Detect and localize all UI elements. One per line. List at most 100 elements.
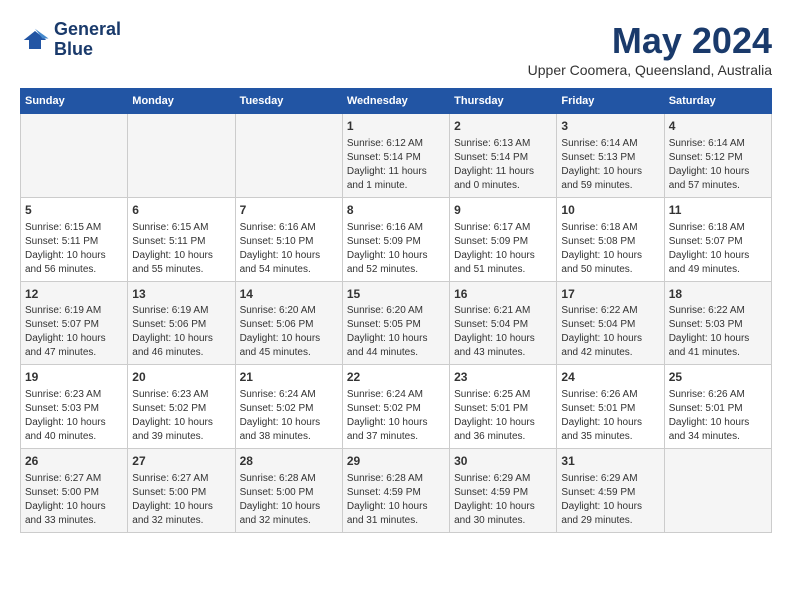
day-info: Sunrise: 6:18 AMSunset: 5:08 PMDaylight:… — [561, 221, 659, 277]
calendar-cell: 4 Sunrise: 6:14 AMSunset: 5:12 PMDaylight… — [664, 114, 771, 198]
calendar-cell: 29 Sunrise: 6:28 AMSunset: 4:59 PMDayligh… — [342, 449, 449, 533]
calendar-cell: 10 Sunrise: 6:18 AMSunset: 5:08 PMDayligh… — [557, 197, 664, 281]
calendar-cell: 1 Sunrise: 6:12 AMSunset: 5:14 PMDaylight… — [342, 114, 449, 198]
day-number: 17 — [561, 286, 659, 303]
calendar-cell: 22Sunrise: 6:24 AMSunset: 5:02 PMDayligh… — [342, 365, 449, 449]
day-number: 29 — [347, 453, 445, 470]
day-info: Sunrise: 6:23 AMSunset: 5:02 PMDaylight:… — [132, 388, 230, 444]
day-number: 9 — [454, 202, 552, 219]
day-info: Sunrise: 6:14 AMSunset: 5:12 PMDaylight:… — [669, 137, 767, 193]
day-info: Sunrise: 6:16 AMSunset: 5:10 PMDaylight:… — [240, 221, 338, 277]
logo-icon — [20, 25, 50, 55]
calendar-cell — [664, 449, 771, 533]
day-number: 19 — [25, 369, 123, 386]
day-info: Sunrise: 6:14 AMSunset: 5:13 PMDaylight:… — [561, 137, 659, 193]
day-info: Sunrise: 6:12 AMSunset: 5:14 PMDaylight:… — [347, 137, 445, 193]
day-number: 31 — [561, 453, 659, 470]
day-number: 4 — [669, 118, 767, 135]
day-info: Sunrise: 6:26 AMSunset: 5:01 PMDaylight:… — [669, 388, 767, 444]
day-info: Sunrise: 6:21 AMSunset: 5:04 PMDaylight:… — [454, 304, 552, 360]
day-info: Sunrise: 6:24 AMSunset: 5:02 PMDaylight:… — [347, 388, 445, 444]
day-info: Sunrise: 6:27 AMSunset: 5:00 PMDaylight:… — [25, 472, 123, 528]
day-number: 8 — [347, 202, 445, 219]
calendar-header-row: SundayMondayTuesdayWednesdayThursdayFrid… — [21, 89, 772, 114]
day-info: Sunrise: 6:15 AMSunset: 5:11 PMDaylight:… — [132, 221, 230, 277]
day-number: 27 — [132, 453, 230, 470]
calendar-cell: 31 Sunrise: 6:29 AMSunset: 4:59 PMDayligh… — [557, 449, 664, 533]
calendar-week-row: 26 Sunrise: 6:27 AMSunset: 5:00 PMDayligh… — [21, 449, 772, 533]
day-info: Sunrise: 6:25 AMSunset: 5:01 PMDaylight:… — [454, 388, 552, 444]
day-info: Sunrise: 6:16 AMSunset: 5:09 PMDaylight:… — [347, 221, 445, 277]
day-info: Sunrise: 6:29 AMSunset: 4:59 PMDaylight:… — [561, 472, 659, 528]
weekday-header: Friday — [557, 89, 664, 114]
day-number: 25 — [669, 369, 767, 386]
calendar-week-row: 1 Sunrise: 6:12 AMSunset: 5:14 PMDaylight… — [21, 114, 772, 198]
calendar-cell — [128, 114, 235, 198]
day-info: Sunrise: 6:28 AMSunset: 5:00 PMDaylight:… — [240, 472, 338, 528]
day-number: 20 — [132, 369, 230, 386]
day-number: 18 — [669, 286, 767, 303]
day-number: 30 — [454, 453, 552, 470]
calendar-cell: 23 Sunrise: 6:25 AMSunset: 5:01 PMDayligh… — [450, 365, 557, 449]
calendar-week-row: 5 Sunrise: 6:15 AMSunset: 5:11 PMDaylight… — [21, 197, 772, 281]
day-info: Sunrise: 6:19 AMSunset: 5:07 PMDaylight:… — [25, 304, 123, 360]
weekday-header: Tuesday — [235, 89, 342, 114]
calendar-cell: 27 Sunrise: 6:27 AMSunset: 5:00 PMDayligh… — [128, 449, 235, 533]
day-info: Sunrise: 6:27 AMSunset: 5:00 PMDaylight:… — [132, 472, 230, 528]
day-number: 1 — [347, 118, 445, 135]
calendar-cell: 12Sunrise: 6:19 AMSunset: 5:07 PMDayligh… — [21, 281, 128, 365]
calendar-cell: 7 Sunrise: 6:16 AMSunset: 5:10 PMDaylight… — [235, 197, 342, 281]
title-area: May 2024 Upper Coomera, Queensland, Aust… — [528, 20, 772, 78]
day-info: Sunrise: 6:19 AMSunset: 5:06 PMDaylight:… — [132, 304, 230, 360]
calendar-cell: 9Sunrise: 6:17 AMSunset: 5:09 PMDaylight… — [450, 197, 557, 281]
day-number: 15 — [347, 286, 445, 303]
calendar-cell: 2 Sunrise: 6:13 AMSunset: 5:14 PMDaylight… — [450, 114, 557, 198]
calendar-week-row: 19Sunrise: 6:23 AMSunset: 5:03 PMDayligh… — [21, 365, 772, 449]
day-number: 2 — [454, 118, 552, 135]
weekday-header: Saturday — [664, 89, 771, 114]
day-number: 6 — [132, 202, 230, 219]
day-number: 5 — [25, 202, 123, 219]
day-info: Sunrise: 6:29 AMSunset: 4:59 PMDaylight:… — [454, 472, 552, 528]
calendar-cell: 20 Sunrise: 6:23 AMSunset: 5:02 PMDayligh… — [128, 365, 235, 449]
month-title: May 2024 — [528, 20, 772, 62]
day-number: 12 — [25, 286, 123, 303]
weekday-header: Wednesday — [342, 89, 449, 114]
day-number: 10 — [561, 202, 659, 219]
day-info: Sunrise: 6:28 AMSunset: 4:59 PMDaylight:… — [347, 472, 445, 528]
day-number: 16 — [454, 286, 552, 303]
calendar-cell: 5 Sunrise: 6:15 AMSunset: 5:11 PMDaylight… — [21, 197, 128, 281]
day-info: Sunrise: 6:22 AMSunset: 5:03 PMDaylight:… — [669, 304, 767, 360]
day-number: 26 — [25, 453, 123, 470]
day-number: 14 — [240, 286, 338, 303]
day-number: 28 — [240, 453, 338, 470]
calendar-table: SundayMondayTuesdayWednesdayThursdayFrid… — [20, 88, 772, 533]
calendar-cell: 3 Sunrise: 6:14 AMSunset: 5:13 PMDaylight… — [557, 114, 664, 198]
location-subtitle: Upper Coomera, Queensland, Australia — [528, 62, 772, 78]
day-number: 21 — [240, 369, 338, 386]
calendar-cell: 19Sunrise: 6:23 AMSunset: 5:03 PMDayligh… — [21, 365, 128, 449]
logo-text: General Blue — [54, 20, 121, 60]
day-number: 24 — [561, 369, 659, 386]
day-number: 3 — [561, 118, 659, 135]
calendar-cell — [21, 114, 128, 198]
day-info: Sunrise: 6:18 AMSunset: 5:07 PMDaylight:… — [669, 221, 767, 277]
calendar-cell: 24Sunrise: 6:26 AMSunset: 5:01 PMDayligh… — [557, 365, 664, 449]
calendar-cell: 13Sunrise: 6:19 AMSunset: 5:06 PMDayligh… — [128, 281, 235, 365]
day-info: Sunrise: 6:24 AMSunset: 5:02 PMDaylight:… — [240, 388, 338, 444]
weekday-header: Monday — [128, 89, 235, 114]
page-header: General Blue May 2024 Upper Coomera, Que… — [20, 20, 772, 78]
day-number: 7 — [240, 202, 338, 219]
day-info: Sunrise: 6:15 AMSunset: 5:11 PMDaylight:… — [25, 221, 123, 277]
day-number: 23 — [454, 369, 552, 386]
calendar-cell: 30 Sunrise: 6:29 AMSunset: 4:59 PMDayligh… — [450, 449, 557, 533]
calendar-cell: 18Sunrise: 6:22 AMSunset: 5:03 PMDayligh… — [664, 281, 771, 365]
logo: General Blue — [20, 20, 121, 60]
calendar-cell: 21 Sunrise: 6:24 AMSunset: 5:02 PMDayligh… — [235, 365, 342, 449]
calendar-cell: 28 Sunrise: 6:28 AMSunset: 5:00 PMDayligh… — [235, 449, 342, 533]
calendar-cell: 15Sunrise: 6:20 AMSunset: 5:05 PMDayligh… — [342, 281, 449, 365]
day-number: 13 — [132, 286, 230, 303]
day-info: Sunrise: 6:13 AMSunset: 5:14 PMDaylight:… — [454, 137, 552, 193]
day-info: Sunrise: 6:20 AMSunset: 5:05 PMDaylight:… — [347, 304, 445, 360]
calendar-week-row: 12Sunrise: 6:19 AMSunset: 5:07 PMDayligh… — [21, 281, 772, 365]
